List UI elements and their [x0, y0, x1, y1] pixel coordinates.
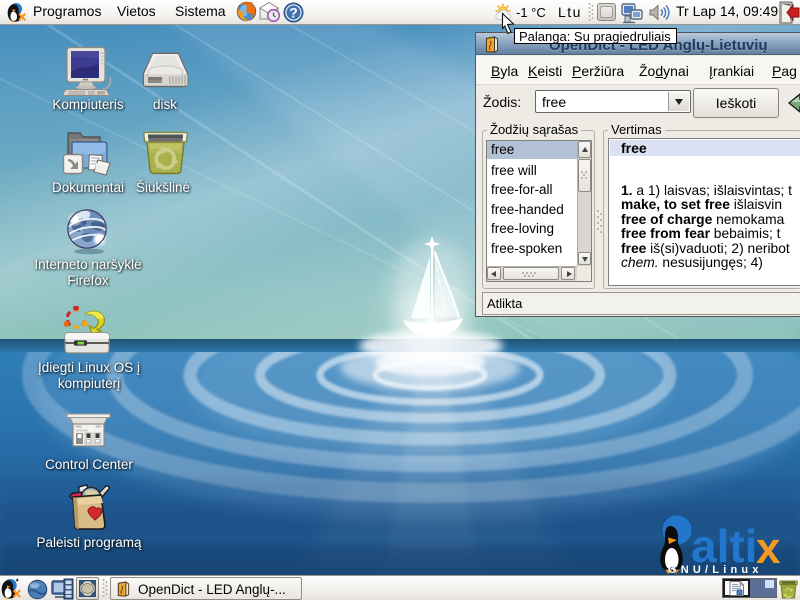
- svg-text:?: ?: [289, 5, 298, 21]
